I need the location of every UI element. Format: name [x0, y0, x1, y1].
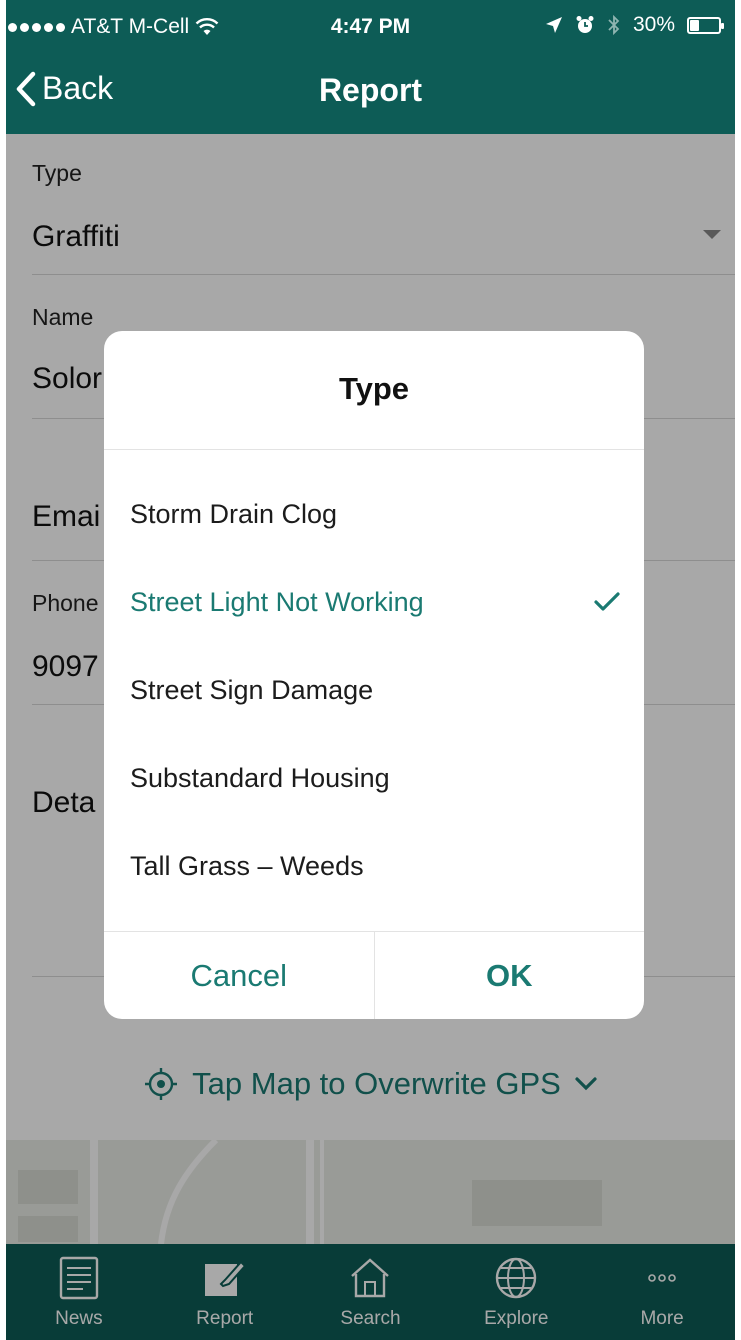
back-label: Back [42, 70, 114, 106]
checkmark-icon [594, 592, 620, 611]
cancel-button[interactable]: Cancel [104, 932, 374, 1019]
battery-icon [687, 16, 724, 34]
option-label: Storm Drain Clog [130, 498, 338, 529]
alarm-icon [576, 16, 594, 33]
back-button[interactable]: Back [14, 70, 113, 107]
type-picker-dialog: Type Storm Drain Clog Street Light Not W… [104, 331, 644, 1019]
status-right: 30% [545, 13, 724, 37]
option-tall-grass-weeds[interactable]: Tall Grass – Weeds [130, 836, 620, 896]
app-screen: AT&T M-Cell 4:47 PM 30% Back Report Type… [6, 0, 735, 1340]
bluetooth-icon [608, 14, 620, 36]
ok-button[interactable]: OK [373, 932, 645, 1019]
page-title: Report [318, 72, 423, 108]
battery-percentage: 30% [632, 13, 675, 36]
option-storm-drain-clog[interactable]: Storm Drain Clog [130, 484, 620, 544]
dialog-divider [104, 449, 644, 450]
battery-fill [690, 19, 699, 31]
navigation-bar: Back Report [6, 52, 735, 134]
option-label: Substandard Housing [130, 762, 390, 793]
option-label: Street Light Not Working [130, 586, 424, 617]
chevron-left-icon [16, 71, 36, 106]
option-substandard-housing[interactable]: Substandard Housing [130, 748, 620, 808]
status-bar: AT&T M-Cell 4:47 PM 30% [6, 0, 735, 52]
dialog-title: Type [338, 371, 410, 406]
option-street-light-not-working[interactable]: Street Light Not Working [130, 572, 620, 632]
dialog-buttons: Cancel OK [104, 931, 644, 1019]
option-label: Street Sign Damage [130, 674, 374, 705]
option-street-sign-damage[interactable]: Street Sign Damage [130, 660, 620, 720]
location-arrow-icon [545, 17, 562, 33]
option-label: Tall Grass – Weeds [130, 850, 364, 881]
